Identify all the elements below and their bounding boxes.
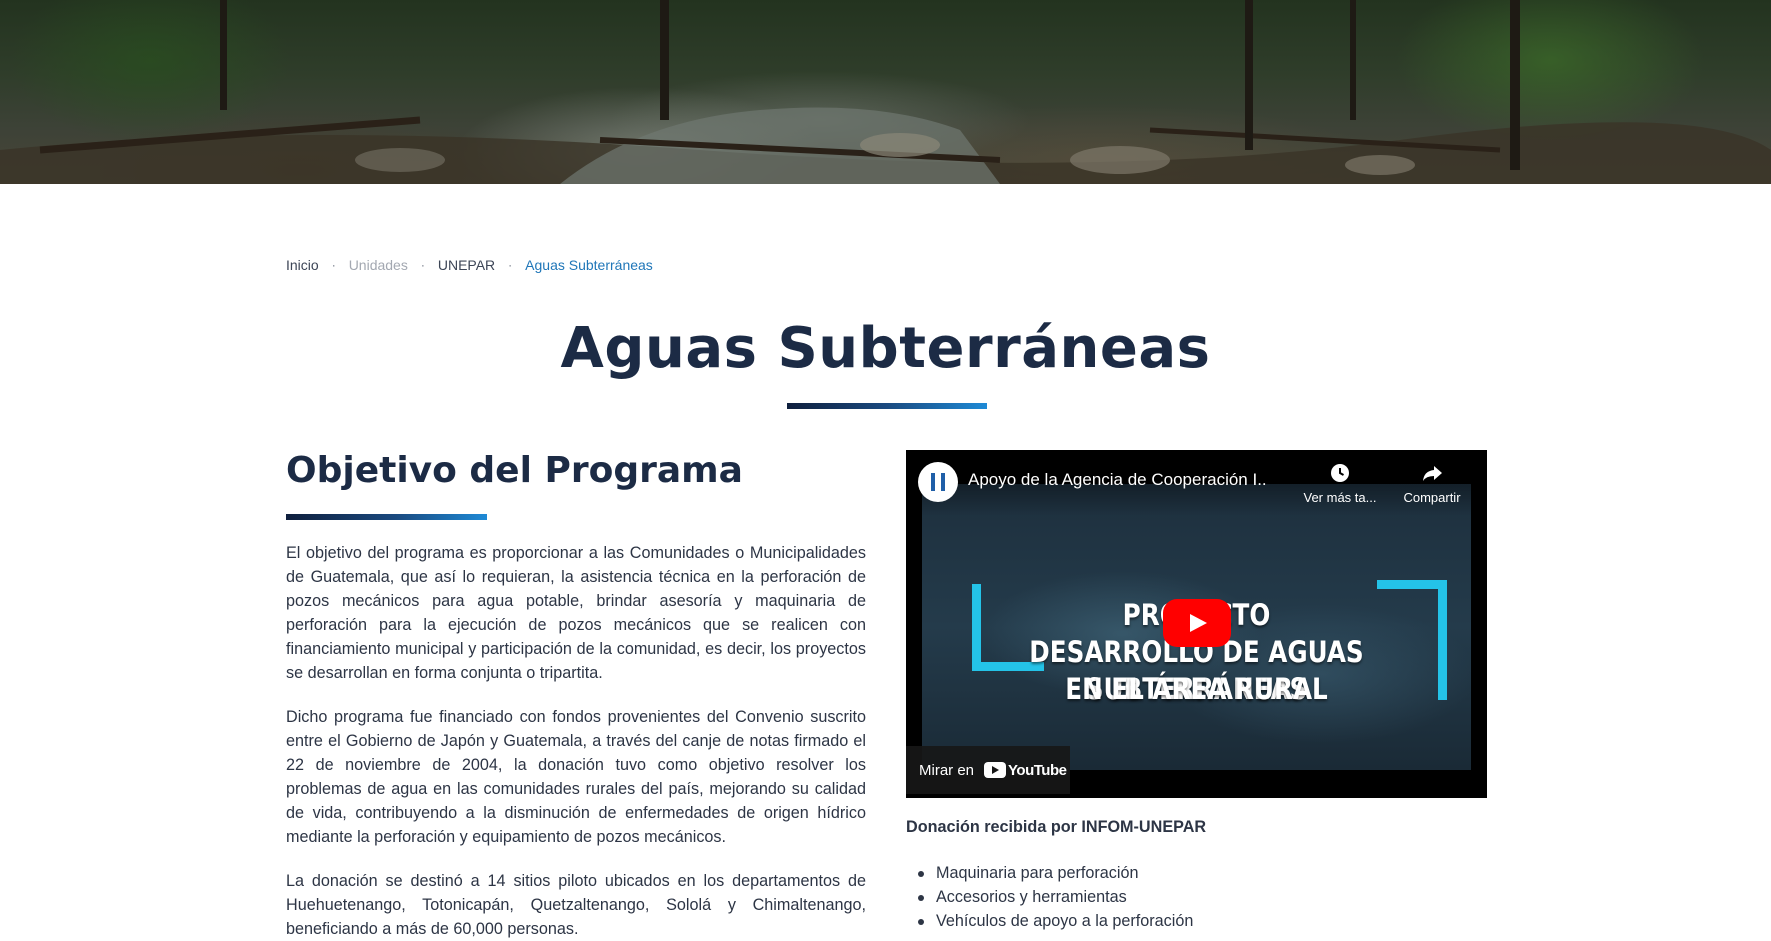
- breadcrumb-home-link[interactable]: Inicio: [286, 257, 319, 273]
- list-item: Maquinaria para perforación: [917, 861, 1193, 885]
- share-arrow-icon: [1423, 466, 1442, 481]
- page-title: Aguas Subterráneas: [560, 316, 1211, 381]
- breadcrumb-current: Aguas Subterráneas: [525, 257, 653, 273]
- paragraph-funding: Dicho programa fue financiado con fondos…: [286, 708, 866, 846]
- donation-list: Maquinaria para perforación Accesorios y…: [917, 861, 1193, 933]
- breadcrumb: Inicio · Unidades · UNEPAR · Aguas Subte…: [286, 257, 653, 273]
- watch-on-youtube-button[interactable]: Mirar en YouTube: [906, 746, 1070, 794]
- watch-on-label: Mirar en: [919, 761, 975, 779]
- share-label: Compartir: [1403, 490, 1461, 505]
- paragraph-objective: El objetivo del programa es proporcionar…: [286, 544, 866, 682]
- youtube-logo-text: YouTube: [1008, 761, 1067, 779]
- breadcrumb-separator: ·: [508, 258, 513, 272]
- clock-icon: [1331, 464, 1349, 482]
- play-button[interactable]: [1163, 599, 1231, 647]
- paragraph-sites: La donación se destinó a 14 sitios pilot…: [286, 872, 866, 938]
- list-item: Vehículos de apoyo a la perforación: [917, 909, 1193, 933]
- watch-later-label: Ver más ta...: [1303, 490, 1377, 505]
- video-title-link[interactable]: Apoyo de la Agencia de Cooperación I...: [968, 470, 1268, 490]
- video-header: Apoyo de la Agencia de Cooperación I... …: [906, 450, 1487, 516]
- thumbnail-frame-corner: [1438, 580, 1447, 700]
- share-button[interactable]: Compartir: [1387, 462, 1477, 505]
- breadcrumb-unepar-link[interactable]: UNEPAR: [438, 257, 495, 273]
- breadcrumb-separator: ·: [331, 258, 336, 272]
- title-underline: [787, 403, 987, 409]
- thumbnail-text-line: EN EL ÁREA RURAL: [1065, 672, 1328, 706]
- hero-banner-image: [0, 0, 1771, 184]
- section-heading: Objetivo del Programa: [286, 450, 743, 491]
- youtube-logo: YouTube: [984, 761, 1067, 779]
- breadcrumb-separator: ·: [420, 258, 425, 272]
- donation-heading: Donación recibida por INFOM-UNEPAR: [906, 818, 1207, 836]
- list-item: Accesorios y herramientas: [917, 885, 1193, 909]
- breadcrumb-units-link[interactable]: Unidades: [349, 257, 408, 273]
- forest-stream-illustration: [0, 0, 1771, 184]
- channel-avatar[interactable]: [918, 462, 958, 502]
- section-underline: [286, 514, 487, 520]
- watch-later-button[interactable]: Ver más ta...: [1295, 462, 1385, 505]
- thumbnail-frame-corner: [1377, 580, 1447, 589]
- youtube-video-embed[interactable]: PROYECTO DESARROLLO DE AGUAS SUBTERRÁNEA…: [906, 450, 1487, 798]
- youtube-play-icon: [984, 762, 1007, 778]
